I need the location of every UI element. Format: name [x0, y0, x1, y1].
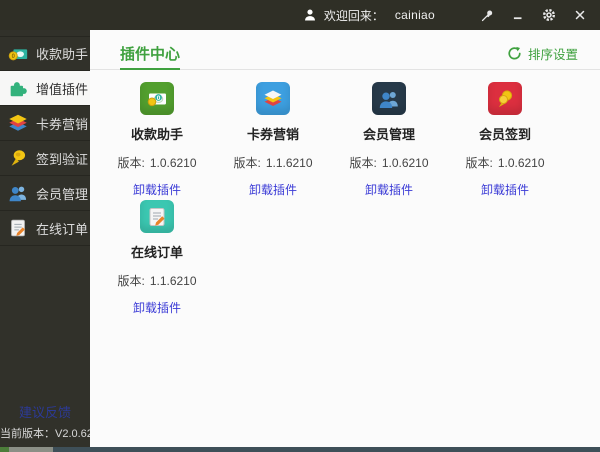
version-label: 版本:	[349, 156, 376, 170]
money-icon: 0	[7, 43, 29, 65]
horizontal-scrollbar[interactable]	[0, 447, 600, 452]
sidebar-footer: 建议反馈 当前版本：V2.0.6210	[0, 402, 90, 441]
plugin-name: 会员签到	[479, 124, 531, 143]
page-title: 插件中心	[120, 43, 180, 70]
current-version-text: 当前版本：V2.0.6210	[0, 425, 90, 441]
plugin-version: 版本: 1.0.6210	[117, 154, 196, 171]
scrollbar-thumb[interactable]	[9, 447, 53, 452]
sidebar-item-label: 收款助手	[36, 44, 88, 63]
sidebar-item-label: 签到验证	[36, 149, 88, 168]
refresh-icon	[507, 46, 522, 61]
version-value: 1.0.6210	[498, 156, 545, 170]
version-label: 版本:	[117, 274, 144, 288]
person-icon	[303, 8, 317, 22]
sidebar-item-checkin-verify[interactable]: 签到验证	[0, 141, 90, 176]
version-value: 1.1.6210	[150, 274, 197, 288]
plugin-card: 会员签到 版本: 1.0.6210 卸载插件	[447, 80, 563, 198]
plugin-card: 0 收款助手 版本: 1.0.6210 卸载插件	[99, 80, 215, 198]
gear-icon[interactable]	[541, 7, 557, 23]
plugin-grid: 0 收款助手 版本: 1.0.6210 卸载插件 卡券营销	[90, 70, 600, 316]
svg-text:0: 0	[157, 95, 161, 102]
plugin-name: 会员管理	[363, 124, 415, 143]
plugin-version: 版本: 1.1.6210	[233, 154, 312, 171]
plugin-name: 在线订单	[131, 242, 183, 261]
uninstall-link[interactable]: 卸载插件	[249, 181, 297, 198]
plugin-version: 版本: 1.0.6210	[349, 154, 428, 171]
sidebar-item-plugins[interactable]: 增值插件	[0, 71, 90, 106]
pin-icon[interactable]	[479, 7, 495, 23]
title-bar: 欢迎回来： cainiao	[0, 0, 600, 30]
uninstall-link[interactable]: 卸载插件	[133, 181, 181, 198]
uninstall-link[interactable]: 卸载插件	[481, 181, 529, 198]
welcome-label: 欢迎回来：	[324, 7, 384, 24]
sidebar-item-label: 增值插件	[36, 79, 88, 98]
sort-settings-label: 排序设置	[528, 44, 578, 63]
users-icon	[372, 82, 406, 115]
minimize-icon[interactable]	[510, 7, 526, 23]
layers-icon	[256, 82, 290, 115]
plugin-card: 卡券营销 版本: 1.1.6210 卸载插件	[215, 80, 331, 198]
uninstall-link[interactable]: 卸载插件	[133, 299, 181, 316]
feedback-link[interactable]: 建议反馈	[19, 402, 71, 421]
plugin-name: 卡券营销	[247, 124, 299, 143]
sidebar-item-payment-helper[interactable]: 0 收款助手	[0, 36, 90, 71]
sidebar-item-label: 会员管理	[36, 184, 88, 203]
welcome-area: 欢迎回来： cainiao	[303, 7, 435, 24]
sidebar-item-label: 在线订单	[36, 219, 88, 238]
users-icon	[7, 182, 29, 204]
version-value: 1.0.6210	[382, 156, 429, 170]
sidebar-item-member-management[interactable]: 会员管理	[0, 176, 90, 211]
coins-icon	[488, 82, 522, 115]
window-controls	[479, 7, 588, 23]
sidebar-item-online-orders[interactable]: 在线订单	[0, 211, 90, 246]
sidebar-item-coupon-marketing[interactable]: 卡券营销	[0, 106, 90, 141]
app-window: 欢迎回来： cainiao	[0, 0, 600, 452]
main-area: 插件中心 排序设置 0	[90, 30, 600, 447]
plugin-version: 版本: 1.0.6210	[465, 154, 544, 171]
resize-grip	[0, 447, 9, 452]
version-value: 1.0.6210	[150, 156, 197, 170]
version-label: 版本:	[117, 156, 144, 170]
layers-icon	[7, 112, 29, 134]
sidebar-item-label: 卡券营销	[36, 114, 88, 133]
plugin-card: 会员管理 版本: 1.0.6210 卸载插件	[331, 80, 447, 198]
close-icon[interactable]	[572, 7, 588, 23]
username: cainiao	[395, 8, 435, 22]
notepad-icon	[7, 217, 29, 239]
sidebar: 0 收款助手 增值插件 卡券	[0, 30, 90, 447]
version-value: 1.1.6210	[266, 156, 313, 170]
version-label: 版本:	[465, 156, 492, 170]
notepad-icon	[140, 200, 174, 233]
plugin-card: 在线订单 版本: 1.1.6210 卸载插件	[99, 198, 215, 316]
version-label: 版本:	[233, 156, 260, 170]
plugin-version: 版本: 1.1.6210	[117, 272, 196, 289]
money-icon: 0	[140, 82, 174, 115]
main-header: 插件中心 排序设置	[90, 30, 600, 70]
sort-settings-button[interactable]: 排序设置	[507, 44, 578, 63]
stamp-icon	[7, 147, 29, 169]
plugin-name: 收款助手	[131, 124, 183, 143]
uninstall-link[interactable]: 卸载插件	[365, 181, 413, 198]
puzzle-icon	[7, 77, 29, 99]
